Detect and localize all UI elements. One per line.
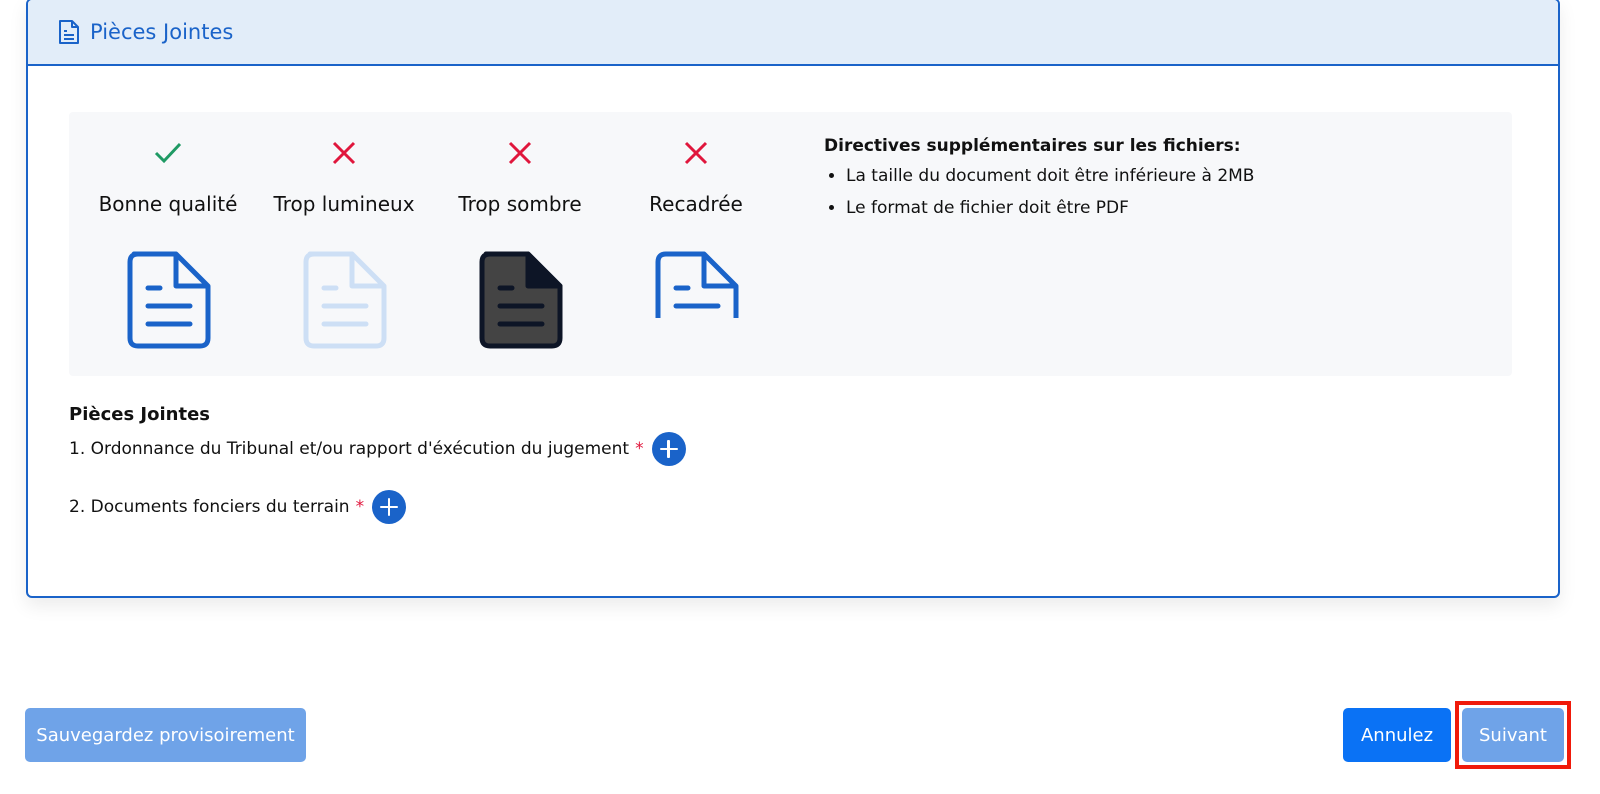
attachments-card: Pièces Jointes Bonne qualité Trop lumine…	[26, 0, 1560, 598]
sample-cropped: Recadrée	[608, 112, 784, 376]
sample-good-quality: Bonne qualité	[80, 112, 256, 376]
sample-too-dark: Trop sombre	[432, 112, 608, 376]
attachments-section-title: Pièces Jointes	[69, 404, 211, 425]
add-attachment-button[interactable]	[372, 490, 407, 524]
guideline-item: Le format de fichier doit être PDF	[846, 198, 1464, 218]
checkmark-icon	[154, 142, 182, 164]
guidelines-title: Directives supplémentaires sur les fichi…	[824, 136, 1241, 156]
next-button[interactable]: Suivant	[1462, 708, 1564, 762]
sample-label: Recadrée	[649, 192, 743, 216]
attachment-label: 1. Ordonnance du Tribunal et/ou rapport …	[69, 439, 630, 459]
document-cropped-icon	[655, 251, 739, 318]
sample-too-bright: Trop lumineux	[256, 112, 432, 376]
required-mark: *	[635, 439, 644, 459]
document-dark-icon	[479, 251, 563, 349]
attachment-label: 2. Documents fonciers du terrain	[69, 497, 350, 517]
attachment-row-land-documents: 2. Documents fonciers du terrain *	[69, 490, 407, 524]
guidelines-list: La taille du document doit être inférieu…	[824, 166, 1464, 218]
add-attachment-button[interactable]	[651, 432, 686, 466]
document-good-icon	[127, 251, 211, 349]
cross-icon	[508, 141, 532, 165]
sample-label: Trop lumineux	[273, 192, 415, 216]
cross-icon	[684, 141, 708, 165]
card-title: Pièces Jointes	[90, 20, 234, 44]
file-guidelines: Directives supplémentaires sur les fichi…	[824, 136, 1464, 230]
guideline-item: La taille du document doit être inférieu…	[846, 166, 1464, 186]
sample-label: Trop sombre	[458, 192, 582, 216]
save-draft-button[interactable]: Sauvegardez provisoirement	[25, 708, 306, 762]
quality-guide-panel: Bonne qualité Trop lumineux Trop sombre …	[69, 112, 1512, 376]
attachment-row-court-order: 1. Ordonnance du Tribunal et/ou rapport …	[69, 432, 686, 466]
document-icon	[59, 20, 79, 44]
card-header: Pièces Jointes	[28, 0, 1558, 66]
document-bright-icon	[303, 251, 387, 349]
cancel-button[interactable]: Annulez	[1343, 708, 1451, 762]
sample-label: Bonne qualité	[98, 192, 238, 216]
cross-icon	[332, 141, 356, 165]
required-mark: *	[355, 497, 365, 517]
